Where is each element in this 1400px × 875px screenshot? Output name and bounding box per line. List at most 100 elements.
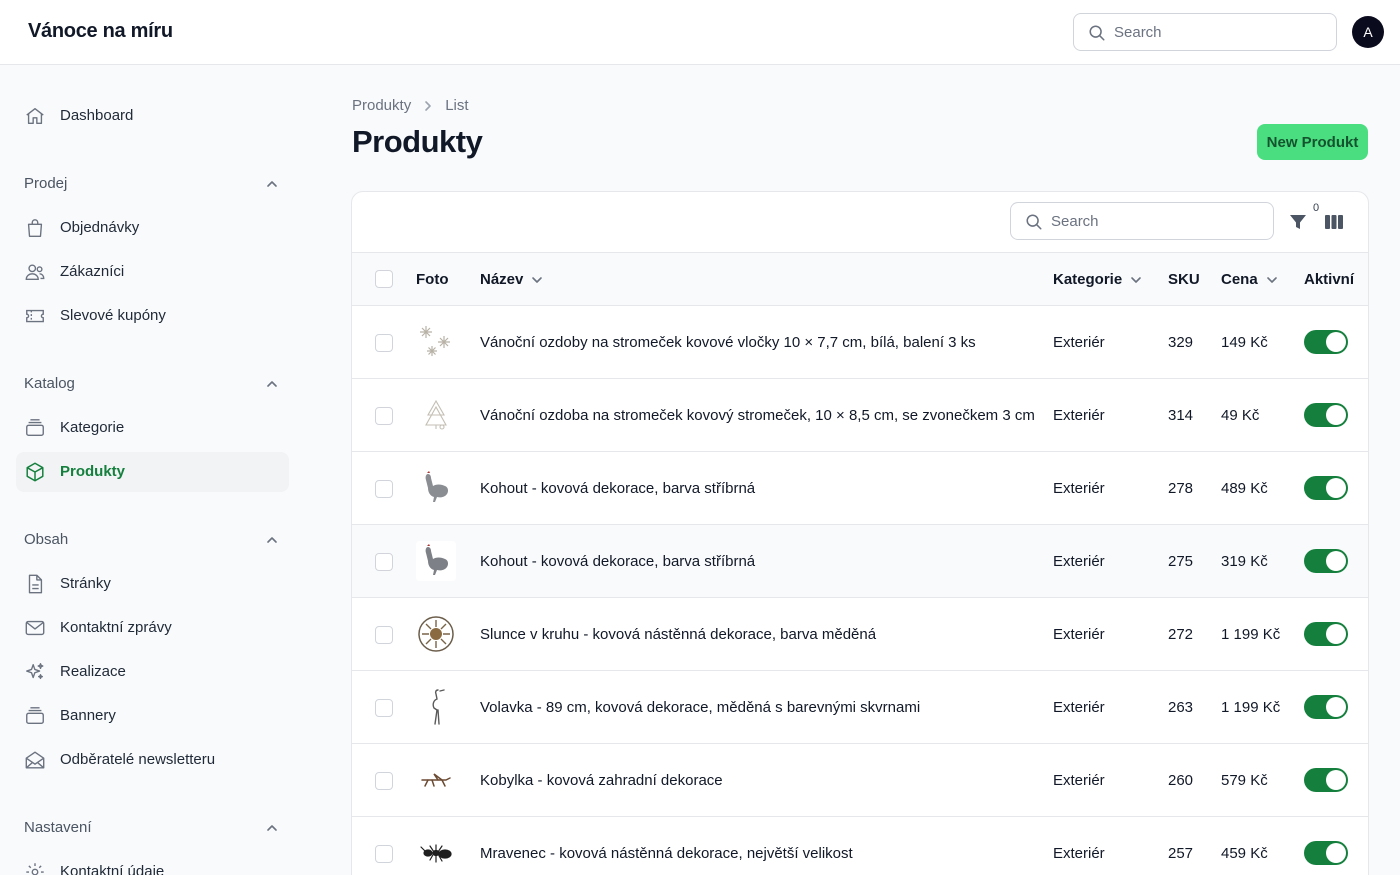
table-row[interactable]: Vánoční ozdoby na stromeček kovové vločk… — [352, 306, 1368, 379]
column-label: Název — [480, 271, 524, 288]
chevron-up-icon[interactable] — [266, 534, 278, 546]
sun-thumbnail — [416, 614, 456, 654]
table-row[interactable]: Vánoční ozdoba na stromeček kovový strom… — [352, 379, 1368, 452]
sidebar-item-kontaktni-udaje[interactable]: Kontaktní údaje — [16, 852, 289, 875]
row-checkbox[interactable] — [375, 699, 393, 717]
sidebar-item-dashboard[interactable]: Dashboard — [16, 96, 289, 136]
filter-icon[interactable] — [1288, 212, 1308, 232]
group-label: Katalog — [24, 375, 75, 392]
ant-thumbnail — [416, 833, 456, 873]
gear-icon — [26, 863, 44, 875]
table-row[interactable]: Slunce v kruhu - kovová nástěnná dekorac… — [352, 598, 1368, 671]
sidebar-item-stranky[interactable]: Stránky — [16, 564, 289, 604]
product-category: Exteriér — [1053, 553, 1105, 570]
group-obsah[interactable]: Obsah — [24, 528, 280, 552]
row-checkbox[interactable] — [375, 553, 393, 571]
group-label: Nastavení — [24, 819, 92, 836]
row-checkbox[interactable] — [375, 407, 393, 425]
product-sku: 275 — [1168, 553, 1194, 570]
product-sku: 257 — [1168, 845, 1194, 862]
envelope-open-icon — [25, 751, 45, 769]
product-category: Exteriér — [1053, 626, 1105, 643]
sidebar-item-odberatele-newsletteru[interactable]: Odběratelé newsletteru — [16, 740, 289, 780]
sidebar-item-label: Slevové kupóny — [60, 307, 166, 324]
row-checkbox[interactable] — [375, 334, 393, 352]
sidebar-item-zakaznici[interactable]: Zákazníci — [16, 252, 289, 292]
product-name: Kohout - kovová dekorace, barva stříbrná — [480, 553, 756, 570]
top-bar: Vánoce na míru A — [0, 0, 1400, 65]
sidebar-item-objednavky[interactable]: Objednávky — [16, 208, 289, 248]
toggle-knob — [1326, 332, 1346, 352]
global-search-input[interactable] — [1114, 14, 1330, 50]
table-row[interactable]: Kohout - kovová dekorace, barva stříbrná… — [352, 525, 1368, 598]
sidebar-item-bannery[interactable]: Bannery — [16, 696, 289, 736]
column-aktivni: Aktivní — [1304, 271, 1355, 288]
sidebar-item-kategorie[interactable]: Kategorie — [16, 408, 289, 448]
user-avatar[interactable]: A — [1352, 16, 1384, 48]
sidebar-item-label: Bannery — [60, 707, 116, 724]
product-category: Exteriér — [1053, 407, 1105, 424]
app-title[interactable]: Vánoce na míru — [28, 20, 173, 43]
group-label: Prodej — [24, 175, 68, 192]
row-checkbox[interactable] — [375, 772, 393, 790]
chevron-up-icon[interactable] — [266, 178, 278, 190]
breadcrumb-item-produkty[interactable]: Produkty — [352, 97, 411, 114]
chevron-down-icon — [1266, 276, 1277, 283]
columns-icon[interactable] — [1324, 212, 1344, 232]
toggle-knob — [1326, 697, 1346, 717]
sidebar-item-label: Zákazníci — [60, 263, 125, 280]
column-sku: SKU — [1168, 271, 1200, 288]
chevron-up-icon[interactable] — [266, 378, 278, 390]
product-price: 459 Kč — [1221, 845, 1268, 862]
grasshopper-thumbnail — [416, 760, 456, 800]
sidebar-item-label: Produkty — [60, 463, 126, 480]
group-nastaveni[interactable]: Nastavení — [24, 816, 280, 840]
column-cena[interactable]: Cena — [1221, 271, 1278, 288]
toggle-knob — [1326, 624, 1346, 644]
product-category: Exteriér — [1053, 480, 1105, 497]
toggle-knob — [1326, 843, 1346, 863]
column-nazev[interactable]: Název — [480, 271, 543, 288]
table-search-input[interactable] — [1051, 203, 1267, 239]
active-toggle[interactable] — [1304, 695, 1348, 719]
column-kategorie[interactable]: Kategorie — [1053, 271, 1142, 288]
new-product-button[interactable]: New Produkt — [1257, 124, 1368, 160]
product-price: 149 Kč — [1221, 334, 1268, 351]
search-icon — [1089, 25, 1105, 41]
sidebar-item-kontaktni-zpravy[interactable]: Kontaktní zprávy — [16, 608, 289, 648]
select-all-checkbox[interactable] — [375, 270, 393, 288]
sidebar-item-realizace[interactable]: Realizace — [16, 652, 289, 692]
global-search[interactable] — [1073, 13, 1337, 51]
active-toggle[interactable] — [1304, 476, 1348, 500]
sidebar-item-slevove-kupony[interactable]: Slevové kupóny — [16, 296, 289, 336]
active-toggle[interactable] — [1304, 549, 1348, 573]
product-sku: 278 — [1168, 480, 1194, 497]
group-prodej[interactable]: Prodej — [24, 172, 280, 196]
products-table-card: 0 Foto Název Kategorie SKU Cena Aktivní … — [351, 191, 1369, 875]
active-toggle[interactable] — [1304, 330, 1348, 354]
active-toggle[interactable] — [1304, 841, 1348, 865]
active-toggle[interactable] — [1304, 768, 1348, 792]
toggle-knob — [1326, 405, 1346, 425]
group-katalog[interactable]: Katalog — [24, 372, 280, 396]
table-row[interactable]: Kobylka - kovová zahradní dekorace Exter… — [352, 744, 1368, 817]
table-row[interactable]: Mravenec - kovová nástěnná dekorace, nej… — [352, 817, 1368, 875]
row-checkbox[interactable] — [375, 626, 393, 644]
active-toggle[interactable] — [1304, 622, 1348, 646]
product-sku: 272 — [1168, 626, 1194, 643]
sidebar-item-label: Kontaktní údaje — [60, 863, 165, 875]
product-name: Vánoční ozdoby na stromeček kovové vločk… — [480, 334, 976, 351]
product-sku: 263 — [1168, 699, 1194, 716]
product-name: Kohout - kovová dekorace, barva stříbrná — [480, 480, 756, 497]
row-checkbox[interactable] — [375, 845, 393, 863]
product-price: 1 199 Kč — [1221, 626, 1281, 643]
active-toggle[interactable] — [1304, 403, 1348, 427]
table-row[interactable]: Kohout - kovová dekorace, barva stříbrná… — [352, 452, 1368, 525]
product-price: 579 Kč — [1221, 772, 1268, 789]
row-checkbox[interactable] — [375, 480, 393, 498]
table-search[interactable] — [1010, 202, 1274, 240]
chevron-up-icon[interactable] — [266, 822, 278, 834]
sidebar-item-produkty[interactable]: Produkty — [16, 452, 289, 492]
table-row[interactable]: Volavka - 89 cm, kovová dekorace, měděná… — [352, 671, 1368, 744]
breadcrumb-item-list: List — [445, 97, 469, 114]
